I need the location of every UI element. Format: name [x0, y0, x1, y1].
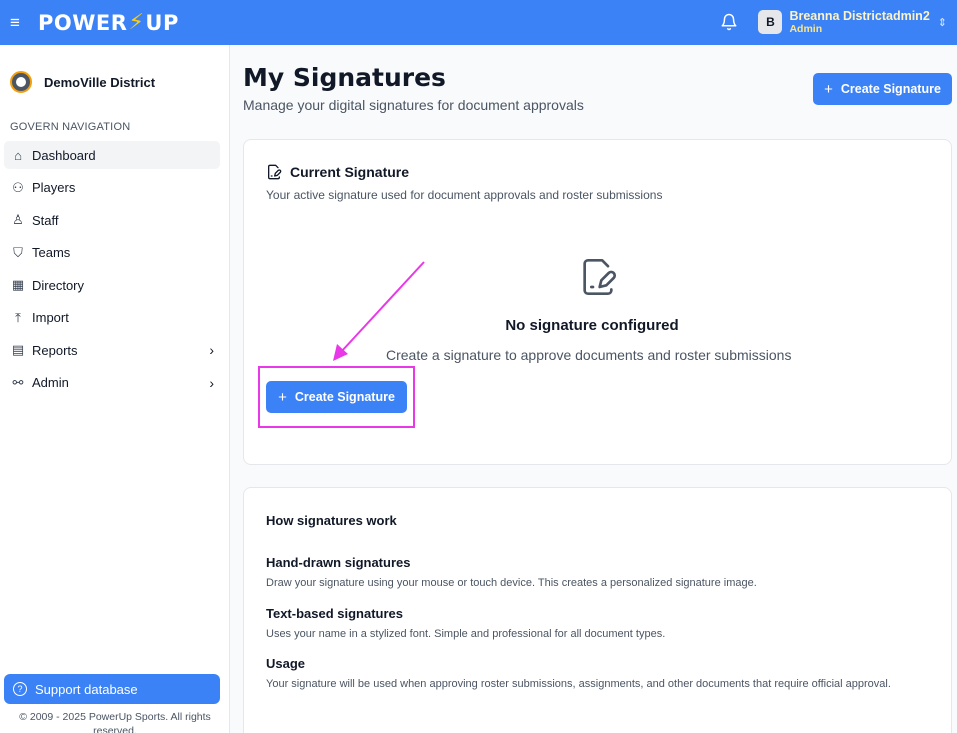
chevron-right-icon: › [209, 342, 214, 358]
sidebar-item-players[interactable]: ⚇ Players [4, 174, 220, 202]
plus-icon: + [824, 80, 833, 98]
avatar[interactable]: B [758, 10, 783, 35]
sidebar-item-label: Directory [32, 277, 85, 293]
user-area: B Breanna Districtadmin2 Admin ⇕ [720, 8, 947, 35]
info-item-description: Uses your name in a stylized font. Simpl… [266, 628, 666, 640]
card-title: Current Signature [290, 164, 410, 180]
info-item-text-based: Text-based signatures Uses your name in … [266, 606, 946, 643]
card-header: Current Signature [266, 164, 409, 180]
user-menu[interactable]: Breanna Districtadmin2 Admin [789, 8, 930, 35]
info-item-title: Usage [266, 656, 306, 671]
chevron-right-icon: › [209, 374, 214, 391]
annotation-highlight-box [258, 366, 415, 428]
district-name: DemoVille District [44, 74, 156, 90]
user-role: Admin [789, 22, 823, 35]
user-name: Breanna Districtadmin2 [789, 8, 930, 23]
create-signature-button-header[interactable]: + Create Signature [813, 73, 952, 105]
sidebar-item-label: Teams [32, 245, 71, 260]
card-title: How signatures work [266, 513, 397, 528]
info-item-description: Your signature will be used when approvi… [266, 678, 891, 690]
support-database-button[interactable]: ? Support database [4, 674, 220, 704]
hamburger-menu-icon[interactable]: ≡ [10, 13, 30, 33]
info-item-usage: Usage Your signature will be used when a… [266, 656, 946, 693]
app-logo[interactable]: POWER ⚡ UP [38, 10, 179, 35]
home-icon: ⌂ [14, 147, 22, 163]
logo-text-left: POWER [38, 10, 128, 35]
info-item-hand-drawn: Hand-drawn signatures Draw your signatur… [266, 555, 946, 592]
sidebar-item-teams[interactable]: ⛉ Teams [4, 239, 220, 267]
district-logo-icon [10, 71, 32, 93]
create-signature-label: Create Signature [840, 82, 941, 96]
sidebar-item-directory[interactable]: ▦ Directory [4, 271, 220, 299]
info-item-title: Hand-drawn signatures [266, 555, 411, 570]
lightning-bolt-icon: ⚡ [128, 10, 145, 35]
empty-state-description: Create a signature to approve documents … [386, 347, 792, 363]
upload-icon: ⤒ [15, 309, 21, 325]
sidebar-item-staff[interactable]: ♙ Staff [4, 206, 220, 234]
chevron-up-down-icon[interactable]: ⇕ [938, 16, 947, 29]
user-search-icon: ♙ [12, 212, 24, 227]
how-signatures-work-card: How signatures work Hand-drawn signature… [243, 487, 952, 733]
shield-icon: ⛉ [13, 244, 23, 260]
file-text-icon: ▤ [11, 342, 25, 357]
building-icon: ▦ [11, 277, 25, 292]
support-label: Support database [35, 681, 138, 697]
sidebar-item-label: Dashboard [32, 147, 96, 163]
sidebar-item-label: Reports [32, 342, 78, 358]
sidebar-item-label: Players [32, 180, 76, 195]
sidebar-item-label: Admin [32, 375, 69, 390]
info-item-description: Draw your signature using your mouse or … [266, 577, 757, 589]
file-signature-icon [268, 164, 282, 180]
info-item-title: Text-based signatures [266, 606, 404, 621]
file-signature-icon [583, 259, 617, 295]
page-subtitle: Manage your digital signatures for docum… [243, 97, 584, 113]
top-bar: ≡ POWER ⚡ UP B Breanna Districtadmin2 Ad… [0, 0, 957, 45]
sidebar-item-dashboard[interactable]: ⌂ Dashboard [4, 141, 220, 169]
sidebar-item-label: Staff [32, 212, 59, 228]
sidebar-item-reports[interactable]: ▤ Reports › [4, 336, 220, 364]
district-header[interactable]: DemoVille District [0, 45, 229, 101]
sidebar-item-import[interactable]: ⤒ Import [4, 304, 220, 332]
help-circle-icon: ? [13, 682, 27, 696]
page-title: My Signatures [243, 63, 446, 92]
sidebar: DemoVille District GOVERN NAVIGATION ⌂ D… [0, 45, 230, 733]
users-icon: ⚇ [12, 179, 24, 195]
bell-icon[interactable] [720, 13, 738, 31]
card-description: Your active signature used for document … [266, 188, 663, 202]
route-icon: ⚯ [12, 374, 24, 390]
logo-text-right: UP [145, 10, 179, 35]
copyright-text: © 2009 - 2025 PowerUp Sports. All rights… [19, 711, 211, 733]
empty-state-title: No signature configured [505, 317, 679, 334]
sidebar-item-label: Import [32, 310, 69, 325]
sidebar-item-admin[interactable]: ⚯ Admin › [4, 369, 220, 397]
nav-section-title: GOVERN NAVIGATION [10, 121, 131, 133]
